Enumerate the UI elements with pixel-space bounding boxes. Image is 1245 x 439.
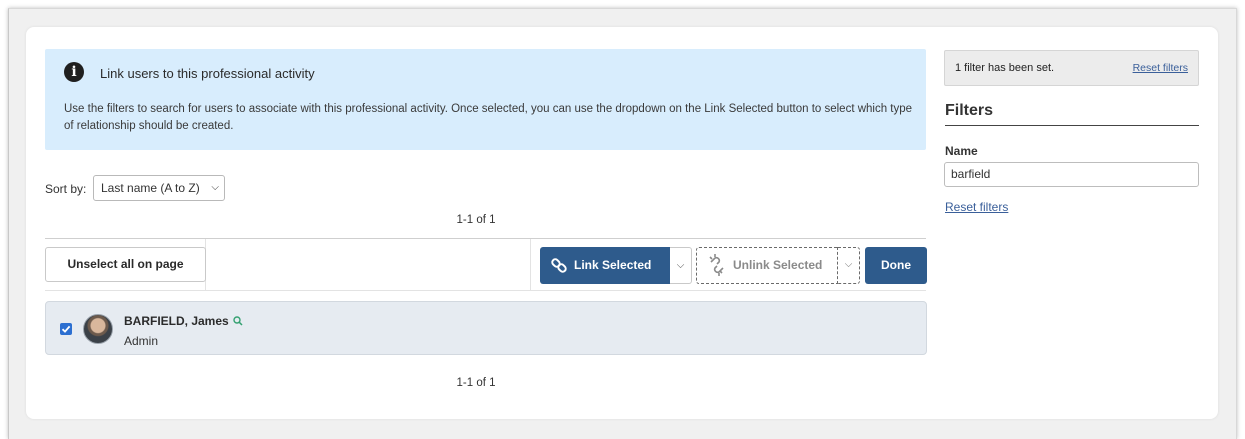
link-selected-dropdown[interactable]: ⌵ [670, 247, 692, 284]
chevron-down-icon: ⌵ [844, 259, 853, 270]
filter-status-text: 1 filter has been set. [955, 62, 1055, 74]
info-title: Link users to this professional activity [100, 66, 315, 81]
info-box: i Link users to this professional activi… [45, 49, 926, 150]
done-button[interactable]: Done [865, 247, 927, 284]
search-icon[interactable] [233, 316, 243, 326]
unlink-icon [709, 254, 724, 276]
chevron-down-icon: ⌵ [211, 182, 219, 193]
name-filter-label: Name [945, 144, 978, 158]
reset-filters-link[interactable]: Reset filters [945, 200, 1008, 214]
link-selected-label: Link Selected [574, 258, 652, 272]
chevron-down-icon: ⌵ [676, 260, 685, 271]
avatar [83, 314, 113, 344]
sort-selected-value: Last name (A to Z) [101, 181, 200, 195]
name-filter-input[interactable]: barfield [944, 162, 1199, 187]
user-name-text: BARFIELD, James [124, 314, 229, 328]
toolbar-divider-top [45, 238, 926, 239]
user-role: Admin [124, 334, 159, 348]
pagination-summary-bottom: 1-1 of 1 [456, 377, 496, 389]
link-selected-button[interactable]: Link Selected [540, 247, 670, 284]
unlink-selected-button[interactable]: Unlink Selected [696, 247, 838, 284]
toolbar-separator [530, 239, 531, 290]
app-window: i Link users to this professional activi… [8, 8, 1237, 439]
unselect-all-button[interactable]: Unselect all on page [45, 247, 206, 282]
user-select-checkbox[interactable] [60, 323, 72, 335]
checkmark-icon [61, 325, 71, 333]
unlink-selected-dropdown[interactable]: ⌵ [838, 247, 860, 284]
filters-title: Filters [945, 102, 994, 119]
info-circle-icon: i [64, 62, 84, 82]
user-name[interactable]: BARFIELD, James [124, 314, 243, 328]
info-body: Use the filters to search for users to a… [64, 103, 913, 132]
sort-label: Sort by: [45, 182, 87, 196]
filters-divider [945, 125, 1199, 126]
unlink-selected-label: Unlink Selected [733, 258, 823, 272]
link-icon [551, 258, 567, 273]
reset-filters-link-top[interactable]: Reset filters [1133, 62, 1188, 74]
toolbar-divider-bottom [45, 290, 926, 291]
filter-status-box: 1 filter has been set. Reset filters [944, 50, 1199, 86]
main-card: i Link users to this professional activi… [26, 27, 1218, 419]
sort-select[interactable]: Last name (A to Z) ⌵ [93, 175, 225, 201]
user-list-item[interactable]: BARFIELD, James Admin [45, 301, 927, 355]
pagination-summary-top: 1-1 of 1 [456, 214, 496, 226]
